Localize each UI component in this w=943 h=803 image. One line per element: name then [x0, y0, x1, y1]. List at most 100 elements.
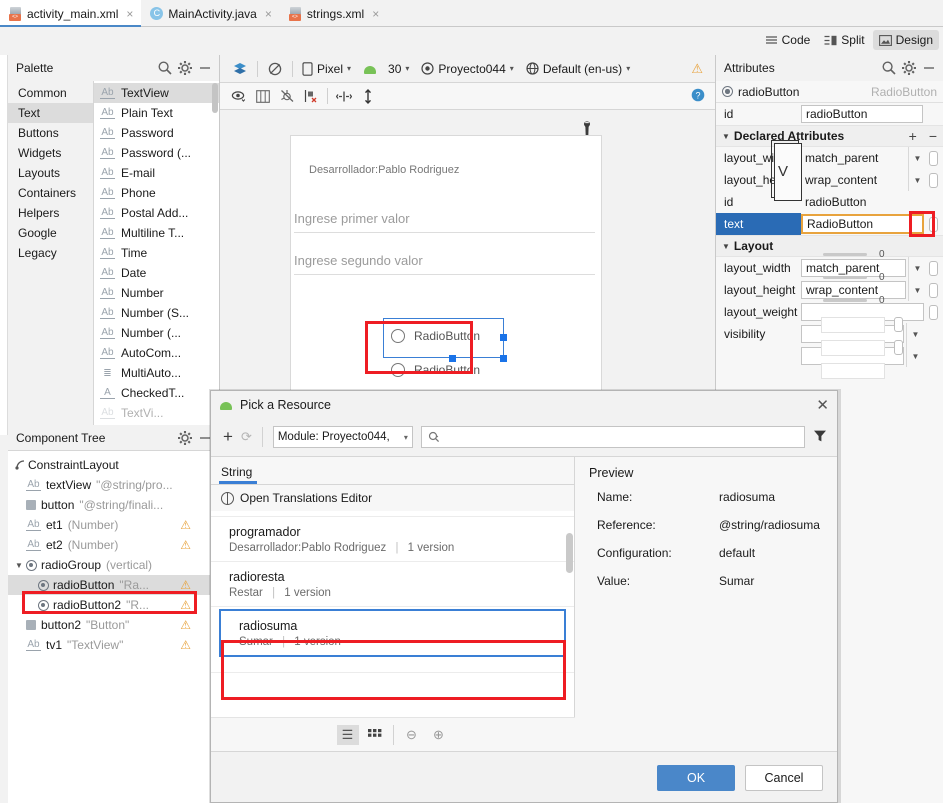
open-translations-editor-link[interactable]: Open Translations Editor: [211, 485, 574, 511]
pick-resource-button[interactable]: [894, 340, 903, 355]
constraint-slider-row-1[interactable]: 0: [823, 249, 885, 260]
declared-attributes-section[interactable]: ▼ Declared Attributes + −: [716, 125, 943, 147]
id-input[interactable]: radioButton: [801, 105, 923, 123]
guidelines-icon[interactable]: [252, 86, 274, 106]
constraint-slider-row-3[interactable]: 0: [823, 295, 885, 306]
palette-category-helpers[interactable]: Helpers: [8, 203, 93, 223]
palette-item-plain-text[interactable]: Ab Plain Text: [94, 103, 219, 123]
chevron-down-icon[interactable]: ▼: [906, 323, 924, 345]
palette-item-password-numeric[interactable]: Ab Password (...: [94, 143, 219, 163]
palette-item-password[interactable]: Ab Password: [94, 123, 219, 143]
constraint-field-2[interactable]: [821, 340, 885, 356]
close-icon[interactable]: ✕: [816, 396, 829, 414]
palette-category-google[interactable]: Google: [8, 223, 93, 243]
pick-resource-button[interactable]: [929, 150, 938, 166]
list-item-selected[interactable]: radiosuma Sumar | 1 version: [219, 609, 566, 657]
pick-resource-button[interactable]: [929, 304, 938, 320]
list-view-icon[interactable]: ☰: [336, 724, 359, 745]
locale-selector[interactable]: Default (en-us) ▾: [520, 60, 636, 78]
attr-value[interactable]: radioButton: [801, 193, 904, 211]
palette-item-textview-partial[interactable]: Ab TextVi...: [94, 403, 219, 423]
resource-list-scrollbar[interactable]: [566, 533, 573, 573]
palette-category-common[interactable]: Common: [8, 83, 93, 103]
tree-node-constraintlayout[interactable]: ConstraintLayout: [8, 455, 219, 475]
palette-category-legacy[interactable]: Legacy: [8, 243, 93, 263]
filter-funnel-icon[interactable]: [813, 429, 827, 446]
close-icon[interactable]: ×: [372, 7, 379, 21]
palette-item-textview[interactable]: Ab TextView: [94, 83, 219, 103]
palette-item-number-signed[interactable]: Ab Number (S...: [94, 303, 219, 323]
palette-category-containers[interactable]: Containers: [8, 183, 93, 203]
slider-track[interactable]: [823, 276, 867, 279]
eye-visibility-icon[interactable]: [228, 86, 250, 106]
pick-resource-button[interactable]: [929, 282, 938, 298]
tree-node-tv1[interactable]: Ab tv1 "TextView" ⚠: [8, 635, 219, 655]
align-horizontal-icon[interactable]: [333, 86, 355, 106]
palette-category-buttons[interactable]: Buttons: [8, 123, 93, 143]
ok-button[interactable]: OK: [657, 764, 735, 791]
zoom-out-icon[interactable]: ⊖: [401, 725, 423, 745]
text-attribute-input[interactable]: RadioButton: [801, 214, 924, 234]
gear-icon[interactable]: [901, 60, 917, 76]
minimize-icon[interactable]: [197, 60, 213, 76]
search-icon[interactable]: [157, 60, 173, 76]
palette-item-multi-autocomplete[interactable]: ≣ MultiAuto...: [94, 363, 219, 383]
theme-selector[interactable]: Proyecto044 ▾: [415, 60, 519, 78]
attr-label[interactable]: text: [716, 213, 801, 235]
attr-value[interactable]: wrap_content: [801, 171, 906, 189]
palette-item-multiline-text[interactable]: Ab Multiline T...: [94, 223, 219, 243]
palette-item-postal-address[interactable]: Ab Postal Add...: [94, 203, 219, 223]
zoom-in-icon[interactable]: ⊕: [428, 725, 450, 745]
close-icon[interactable]: ×: [265, 7, 272, 21]
palette-item-date[interactable]: Ab Date: [94, 263, 219, 283]
chevron-down-icon[interactable]: ▼: [908, 279, 926, 301]
module-selector[interactable]: Module: Proyecto044, ▾: [272, 426, 413, 448]
tree-node-radiobutton[interactable]: radioButton "Ra... ⚠: [8, 575, 219, 595]
chevron-down-icon[interactable]: ▼: [908, 147, 926, 169]
preview-radiobutton-2[interactable]: RadioButton: [391, 363, 480, 377]
tree-node-textview[interactable]: Ab textView "@string/pro...: [8, 475, 219, 495]
chevron-down-icon[interactable]: ▼: [906, 345, 924, 367]
list-item[interactable]: programador Desarrollador:Pablo Rodrigue…: [211, 517, 574, 562]
palette-category-text[interactable]: Text: [8, 103, 93, 123]
tab-string[interactable]: String: [211, 457, 574, 484]
editor-tab-mainactivity-java[interactable]: C MainActivity.java ×: [141, 0, 280, 27]
tree-node-et2[interactable]: Ab et2 (Number) ⚠: [8, 535, 219, 555]
blueprint-toggle-button[interactable]: [261, 59, 289, 79]
mode-split-button[interactable]: Split: [818, 30, 870, 50]
add-attribute-button[interactable]: +: [903, 128, 923, 144]
grid-view-icon[interactable]: [364, 725, 386, 745]
clear-constraints-icon[interactable]: [300, 86, 322, 106]
refresh-icon[interactable]: ⟳: [241, 429, 252, 445]
palette-category-layouts[interactable]: Layouts: [8, 163, 93, 183]
gear-icon[interactable]: [177, 430, 193, 446]
resize-handle-corner[interactable]: [500, 355, 507, 362]
chevron-down-icon[interactable]: ▼: [14, 561, 24, 570]
mode-code-button[interactable]: Code: [759, 30, 817, 50]
minimize-icon[interactable]: [921, 60, 937, 76]
layers-button[interactable]: [226, 59, 254, 79]
list-item[interactable]: radioresta Restar | 1 version: [211, 562, 574, 607]
device-selector[interactable]: Pixel ▾: [296, 60, 357, 78]
hide-constraints-icon[interactable]: [276, 86, 298, 106]
pick-resource-button[interactable]: [894, 317, 903, 332]
palette-item-email[interactable]: Ab E-mail: [94, 163, 219, 183]
search-icon[interactable]: [881, 60, 897, 76]
palette-item-time[interactable]: Ab Time: [94, 243, 219, 263]
mode-design-button[interactable]: Design: [872, 30, 939, 50]
add-resource-button[interactable]: +: [223, 427, 233, 447]
dialog-search-box[interactable]: [420, 426, 805, 448]
gear-icon[interactable]: [177, 60, 193, 76]
palette-item-checked-textview[interactable]: A CheckedT...: [94, 383, 219, 403]
close-icon[interactable]: ×: [126, 7, 133, 21]
chevron-down-icon[interactable]: ▼: [908, 169, 926, 191]
constraint-slider-row-2[interactable]: 0: [823, 272, 885, 283]
attr-value[interactable]: match_parent: [801, 149, 906, 167]
pick-resource-button[interactable]: [929, 172, 938, 188]
tree-node-button2[interactable]: button2 "Button" ⚠: [8, 615, 219, 635]
palette-item-number-decimal[interactable]: Ab Number (...: [94, 323, 219, 343]
resize-handle-right[interactable]: [500, 334, 507, 341]
api-selector[interactable]: 30 ▾: [357, 60, 415, 78]
remove-attribute-button[interactable]: −: [923, 128, 943, 144]
resize-handle-bottom[interactable]: [449, 355, 456, 362]
